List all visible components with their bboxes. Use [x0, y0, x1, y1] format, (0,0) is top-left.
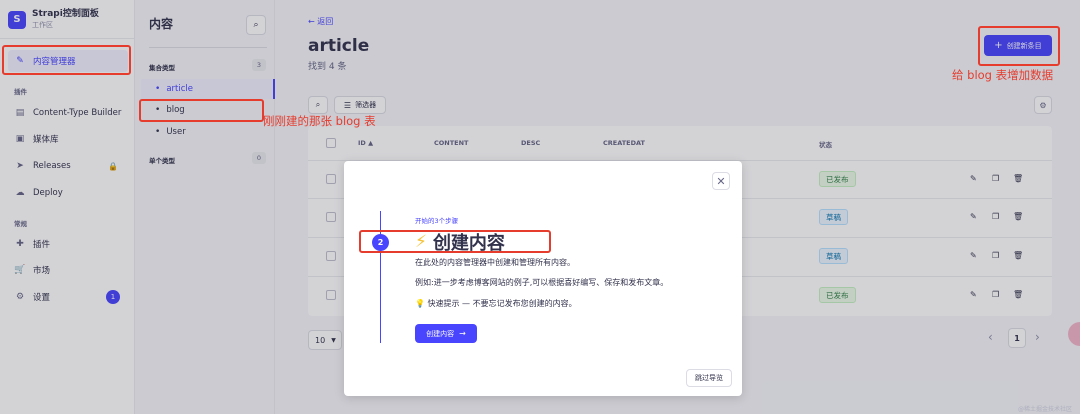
watermark: @稀土掘金技术社区 — [1018, 406, 1073, 413]
create-content-button[interactable]: 创建内容 → — [415, 324, 477, 343]
close-icon: ✕ — [716, 174, 726, 188]
annotation-create-data: 给 blog 表增加数据 — [952, 68, 1054, 82]
step-example: 例如:进一步考虑博客网站的例子,可以根据喜好编写、保存和发布文章。 — [415, 278, 669, 287]
annotation-box-content-manager — [2, 45, 131, 75]
skip-tour-button[interactable]: 跳过导览 — [686, 369, 732, 387]
step-tip-text: 快速提示 — 不要忘记发布您创建的内容。 — [427, 299, 577, 308]
annotation-box-step-title — [359, 230, 551, 253]
create-content-label: 创建内容 — [426, 329, 455, 338]
guided-tour-modal: ✕ 开始的3个步骤 2 ⚡ 创建内容 在此处的内容管理器中创建和管理所有内容。 … — [344, 161, 742, 396]
step-description: 在此处的内容管理器中创建和管理所有内容。 — [415, 258, 575, 267]
arrow-right-icon: → — [459, 329, 466, 338]
close-modal-button[interactable]: ✕ — [712, 172, 730, 190]
step-label: 开始的3个步骤 — [415, 217, 459, 225]
annotation-box-create-button — [978, 26, 1060, 66]
lightbulb-icon: 💡 — [415, 299, 425, 308]
annotation-box-blog — [139, 99, 264, 122]
step-tip: 💡 快速提示 — 不要忘记发布您创建的内容。 — [415, 298, 577, 309]
annotation-blog-note: 刚刚建的那张 blog 表 — [263, 114, 376, 128]
